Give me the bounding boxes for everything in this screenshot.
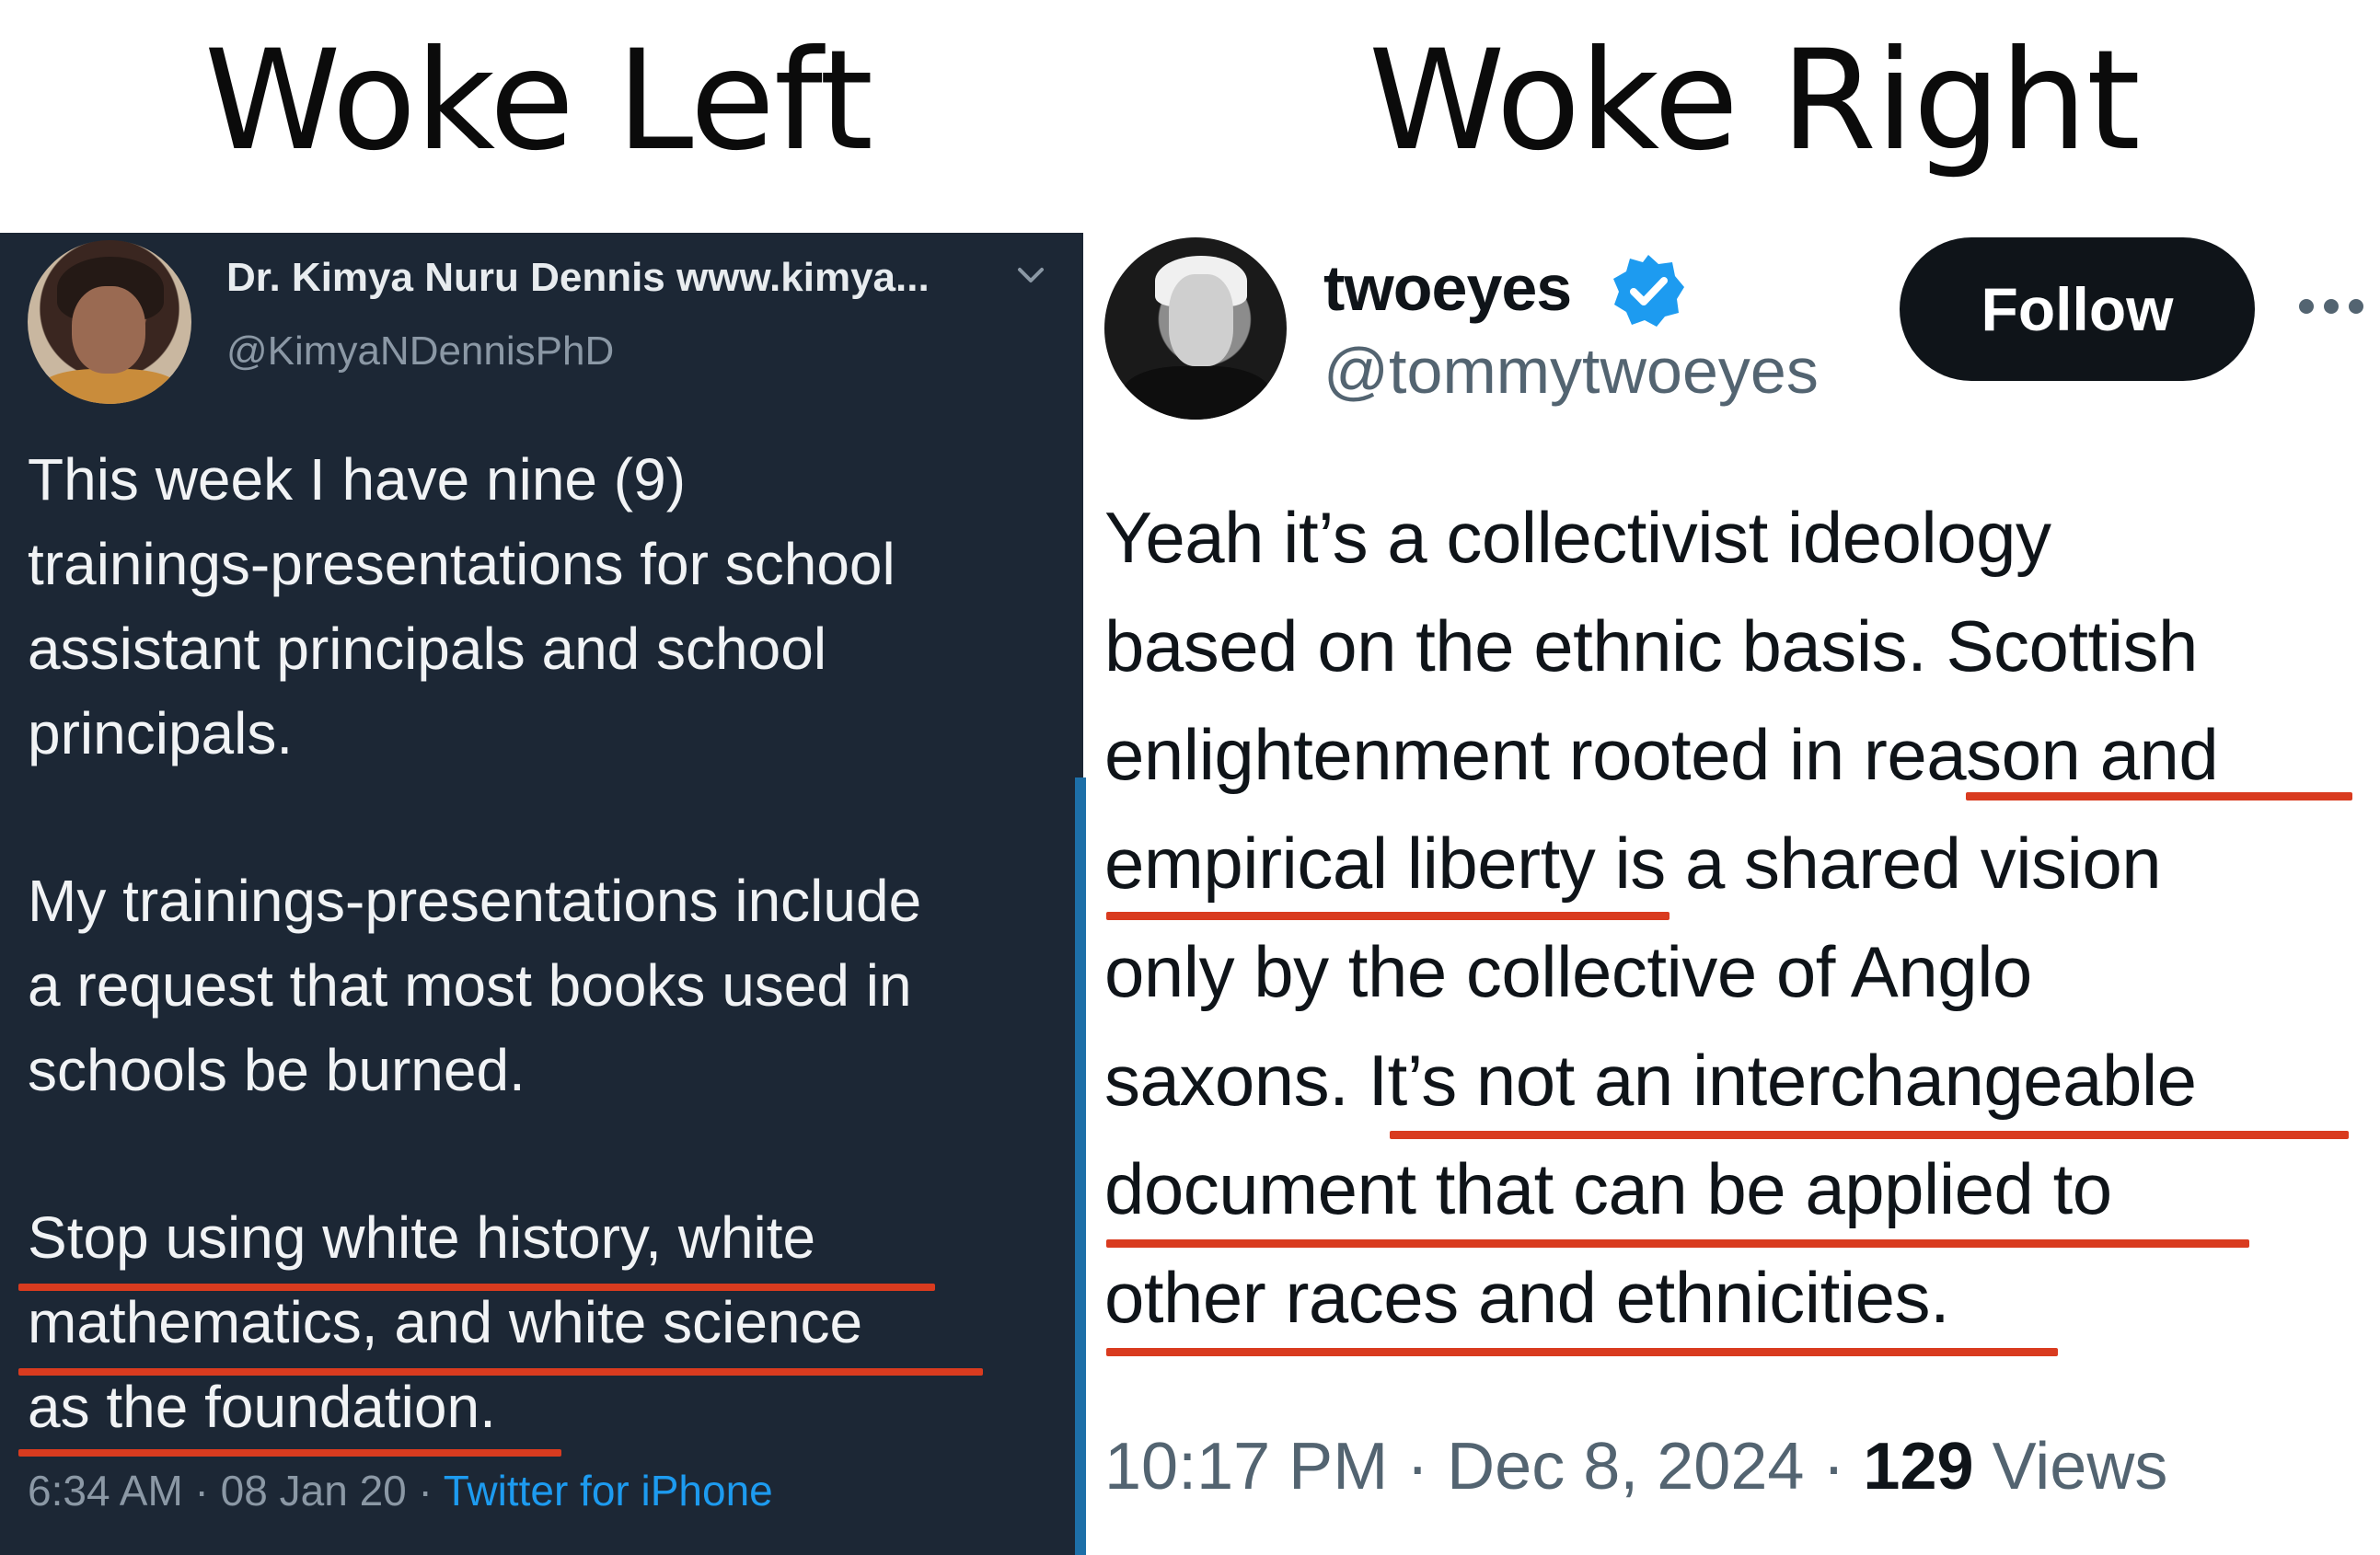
separator: · [406,1467,444,1515]
highlight-underline [18,1449,561,1457]
tweet-text-line: as the foundation. [28,1374,496,1440]
highlight-underline [1966,792,2352,801]
chevron-down-icon[interactable] [1012,257,1049,294]
tweet-text-line: trainings-presentations for school [28,531,895,597]
tweet-text-line: only by the collective of Anglo [1104,931,2032,1012]
display-name[interactable]: Dr. Kimya Nuru Dennis www.kimya... [226,255,930,301]
right-tweet-card: twoeyes @tommytwoeyes Follow Yeah it’s a… [1086,233,2380,1555]
tweet-text-line: a request that most books used in [28,952,912,1019]
tweet-metadata: 6:34 AM · 08 Jan 20 · Twitter for iPhone [28,1466,773,1515]
views-count: 129 [1863,1430,1974,1503]
highlight-underline [1106,912,1669,920]
heading-woke-right: Woke Right [1369,21,2141,181]
left-tweet-card: Dr. Kimya Nuru Dennis www.kimya... @Kimy… [0,233,1083,1555]
highlight-underline [18,1284,935,1291]
tweet-text-line: other races and ethnicities. [1104,1257,1950,1338]
tweet-text-line: mathematics, and white science [28,1289,863,1355]
views-label: Views [1973,1430,2168,1503]
tweet-time: 10:17 PM [1104,1430,1389,1503]
tweet-text-line: This week I have nine (9) [28,446,686,513]
display-name[interactable]: twoeyes [1323,251,1572,325]
tweet-text-line: schools be burned. [28,1037,526,1103]
separator: · [1388,1430,1448,1503]
tweet-text-line: empirical liberty is a shared vision [1104,823,2162,904]
follow-button[interactable]: Follow [1900,237,2255,381]
avatar[interactable] [28,240,191,404]
tweet-text-line: Stop using white history, white [28,1204,816,1271]
tweet-source-link[interactable]: Twitter for iPhone [444,1467,773,1515]
tweet-metadata: 10:17 PM · Dec 8, 2024 · 129 Views [1104,1429,2167,1504]
highlight-underline [1390,1131,2349,1139]
tweet-text-line: based on the ethnic basis. Scottish [1104,605,2198,686]
highlight-underline [1106,1239,2249,1248]
avatar[interactable] [1104,237,1287,420]
user-handle[interactable]: @tommytwoeyes [1323,334,1819,408]
tweet-date[interactable]: Dec 8, 2024 [1447,1430,1804,1503]
tweet-text-line: principals. [28,700,294,766]
tweet-time: 6:34 AM [28,1467,183,1515]
highlight-underline [1106,1348,2058,1356]
tweet-text-line: saxons. It’s not an interchangeable [1104,1040,2197,1121]
tweet-text-line: Yeah it’s a collectivist ideology [1104,497,2051,578]
heading-woke-left: Woke Left [204,21,873,181]
tweet-date[interactable]: 08 Jan 20 [221,1467,407,1515]
tweet-text-line: My trainings-presentations include [28,868,922,934]
user-handle[interactable]: @KimyaNDennisPhD [226,328,614,374]
verified-badge-icon[interactable] [1611,253,1686,328]
more-dots-icon[interactable] [2297,297,2365,316]
highlight-underline [18,1368,983,1376]
tweet-text-line: document that can be applied to [1104,1148,2112,1229]
separator: · [1804,1430,1864,1503]
divider [1075,778,1086,1555]
tweet-text-line: assistant principals and school [28,616,827,682]
separator: · [182,1467,221,1515]
